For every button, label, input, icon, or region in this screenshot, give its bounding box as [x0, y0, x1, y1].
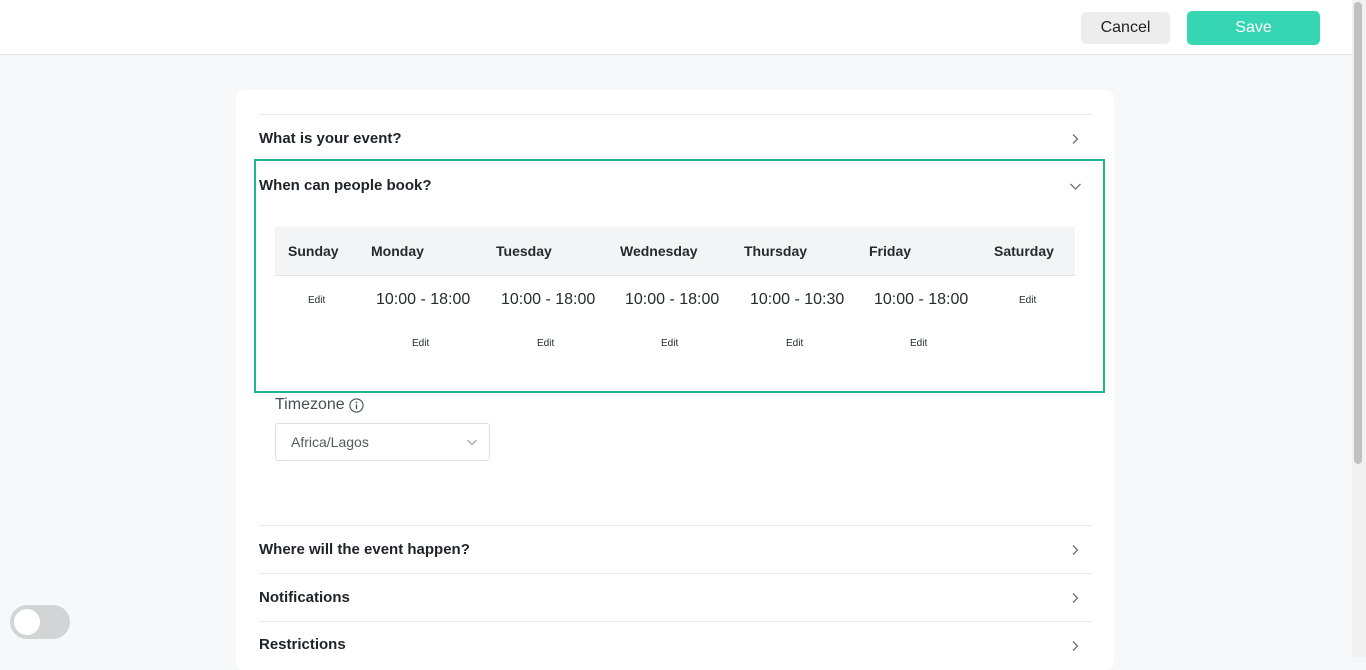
section-restrictions[interactable]: Restrictions — [259, 621, 1091, 657]
timezone-select[interactable]: Africa/Lagos — [275, 423, 490, 461]
section-title: Notifications — [259, 589, 350, 606]
section-title: What is your event? — [259, 130, 402, 147]
chevron-right-icon — [1072, 544, 1079, 555]
timezone-label-text: Timezone — [275, 396, 345, 413]
chevron-right-icon — [1072, 592, 1079, 603]
edit-friday-link[interactable]: Edit — [910, 338, 927, 349]
day-header-saturday: Saturday — [994, 243, 1054, 259]
edit-tuesday-link[interactable]: Edit — [537, 338, 554, 349]
day-header-thursday: Thursday — [744, 243, 808, 259]
time-range-thursday: 10:00 - 10:30 — [750, 291, 845, 308]
scrollbar-thumb[interactable] — [1354, 2, 1362, 464]
time-range-monday: 10:00 - 18:00 — [376, 291, 471, 308]
info-icon[interactable] — [349, 397, 364, 413]
cancel-button[interactable]: Cancel — [1081, 12, 1170, 44]
timezone-selected-value: Africa/Lagos — [291, 434, 369, 450]
timezone-label: Timezone — [275, 396, 364, 414]
toggle-knob — [14, 609, 40, 635]
edit-sunday-link[interactable]: Edit — [308, 295, 325, 306]
chevron-right-icon — [1072, 133, 1079, 144]
day-header-sunday: Sunday — [288, 243, 339, 259]
time-range-tuesday: 10:00 - 18:00 — [501, 291, 596, 308]
day-header-tuesday: Tuesday — [496, 243, 552, 259]
toggle-switch[interactable] — [10, 605, 70, 639]
day-header-monday: Monday — [371, 243, 424, 259]
time-range-wednesday: 10:00 - 18:00 — [625, 291, 720, 308]
chevron-down-icon[interactable] — [1069, 180, 1082, 193]
time-range-friday: 10:00 - 18:00 — [874, 291, 969, 308]
chevron-down-icon — [467, 439, 477, 446]
edit-monday-link[interactable]: Edit — [412, 338, 429, 349]
section-notifications[interactable]: Notifications — [259, 573, 1091, 621]
edit-saturday-link[interactable]: Edit — [1019, 295, 1036, 306]
chevron-right-icon — [1072, 641, 1079, 651]
section-title[interactable]: When can people book? — [259, 177, 432, 194]
edit-wednesday-link[interactable]: Edit — [661, 338, 678, 349]
edit-thursday-link[interactable]: Edit — [786, 338, 803, 349]
section-where-will-the-event-happen[interactable]: Where will the event happen? — [259, 525, 1091, 573]
day-header-wednesday: Wednesday — [620, 243, 698, 259]
section-title: Restrictions — [259, 636, 346, 653]
section-when-can-people-book — [254, 159, 1105, 393]
save-button[interactable]: Save — [1187, 11, 1320, 45]
day-header-friday: Friday — [869, 243, 912, 259]
section-title: Where will the event happen? — [259, 541, 470, 558]
section-what-is-your-event[interactable]: What is your event? — [259, 114, 1091, 162]
